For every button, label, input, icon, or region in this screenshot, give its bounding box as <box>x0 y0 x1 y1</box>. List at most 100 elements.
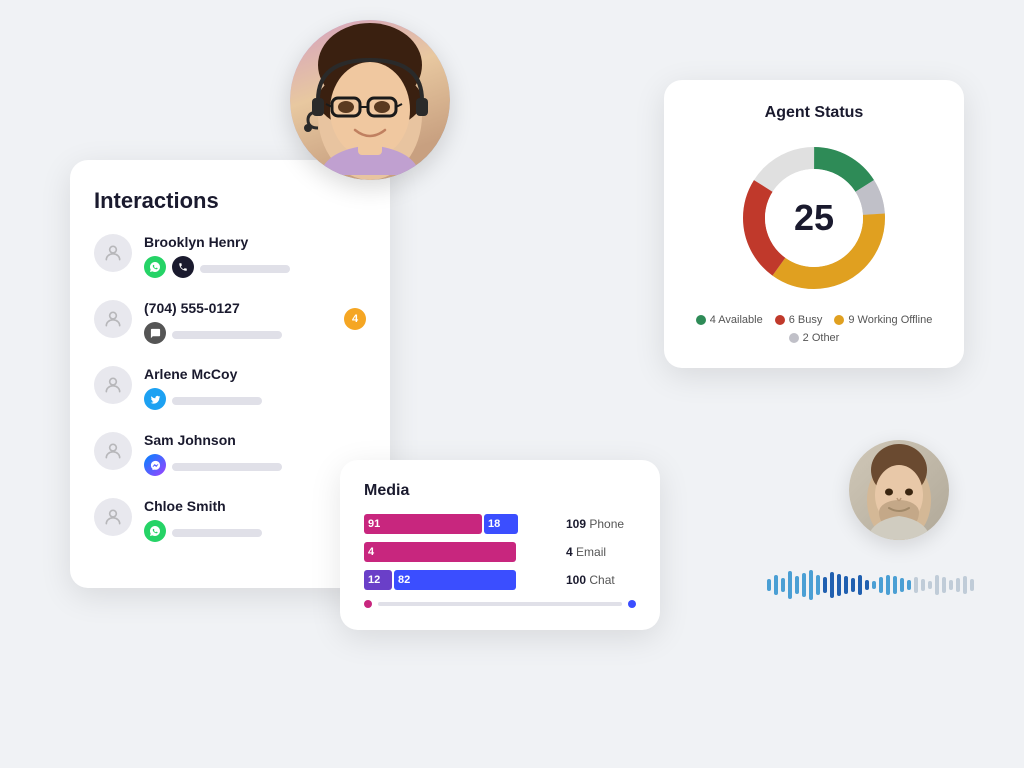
waveform-bar <box>844 576 848 594</box>
legend-label-busy: 6 Busy <box>789 314 823 326</box>
contact-name: Sam Johnson <box>144 432 366 448</box>
waveform-bar <box>956 578 960 592</box>
list-item[interactable]: Chloe Smith <box>94 498 366 546</box>
waveform-bar <box>879 577 883 593</box>
waveform-bar <box>921 579 925 591</box>
media-value-chat: 100 <box>566 573 586 587</box>
media-dots <box>364 600 636 608</box>
media-value-email: 4 <box>566 545 573 559</box>
contact-name: Brooklyn Henry <box>144 234 366 250</box>
waveform-bar <box>970 579 974 591</box>
waveform-bar <box>942 577 946 593</box>
waveform-bar <box>816 575 820 595</box>
dots-bar <box>378 602 622 606</box>
waveform-bar <box>893 576 897 594</box>
waveform-bar <box>900 578 904 592</box>
media-label-phone: 109 Phone <box>566 517 636 531</box>
bar-wrap-chat: 12 82 <box>364 570 560 590</box>
waveform-bar <box>802 573 806 597</box>
waveform-bar <box>935 575 939 595</box>
donut-center-value: 25 <box>794 197 834 239</box>
bar-email-primary: 4 <box>364 542 516 562</box>
list-item[interactable]: (704) 555-0127 4 <box>94 300 366 348</box>
contact-icons <box>144 388 366 410</box>
bar-phone-secondary: 18 <box>484 514 518 534</box>
contact-name: (704) 555-0127 <box>144 300 366 316</box>
list-item[interactable]: Arlene McCoy <box>94 366 366 414</box>
waveform-bar <box>907 580 911 590</box>
interactions-title: Interactions <box>94 188 366 214</box>
media-label-email: 4 Email <box>566 545 636 559</box>
waveform-bar <box>774 575 778 595</box>
contact-name: Arlene McCoy <box>144 366 366 382</box>
legend-item-other: 2 Other <box>789 332 840 344</box>
legend-dot-other <box>789 333 799 343</box>
phone-icon <box>172 256 194 278</box>
contact-info: Sam Johnson <box>144 432 366 480</box>
contact-info: (704) 555-0127 <box>144 300 366 348</box>
legend-label-available: 4 Available <box>710 314 763 326</box>
legend-label-other: 2 Other <box>803 332 840 344</box>
contact-icons <box>144 256 366 278</box>
legend-dot-busy <box>775 315 785 325</box>
twitter-icon <box>144 388 166 410</box>
dot-blue <box>628 600 636 608</box>
waveform-bar <box>795 576 799 594</box>
contact-icons <box>144 520 366 542</box>
list-item[interactable]: Sam Johnson <box>94 432 366 480</box>
waveform-bar <box>788 571 792 599</box>
agent-photo-small <box>849 440 949 540</box>
bar-wrap-email: 4 <box>364 542 560 562</box>
bar-chat-secondary: 82 <box>394 570 516 590</box>
contact-icons <box>144 322 366 344</box>
legend-item-available: 4 Available <box>696 314 763 326</box>
status-bar <box>172 529 262 537</box>
legend-item-offline: 9 Working Offline <box>834 314 932 326</box>
waveform-bar <box>767 579 771 591</box>
media-row-email: 4 4 Email <box>364 542 636 562</box>
agent-face <box>290 20 450 180</box>
waveform-bar <box>851 578 855 592</box>
legend-label-offline: 9 Working Offline <box>848 314 932 326</box>
avatar <box>94 366 132 404</box>
avatar <box>94 300 132 338</box>
waveform-bar <box>949 580 953 590</box>
scene: Interactions Brooklyn Henry <box>0 0 1024 768</box>
media-title: Media <box>364 482 636 500</box>
contact-info: Arlene McCoy <box>144 366 366 414</box>
media-value-phone: 109 <box>566 517 586 531</box>
agent-status-card: Agent Status 25 <box>664 80 964 368</box>
whatsapp-icon <box>144 256 166 278</box>
waveform-bar <box>823 577 827 593</box>
donut-chart: 25 <box>734 138 894 298</box>
legend: 4 Available 6 Busy 9 Working Offline 2 O… <box>688 314 940 344</box>
status-bar <box>172 397 262 405</box>
waveform-bar <box>809 570 813 600</box>
waveform <box>767 570 974 600</box>
message-icon <box>144 322 166 344</box>
avatar <box>94 432 132 470</box>
waveform-bar <box>886 575 890 595</box>
waveform-bar <box>837 574 841 596</box>
whatsapp-icon <box>144 520 166 542</box>
list-item[interactable]: Brooklyn Henry <box>94 234 366 282</box>
status-bar <box>172 463 282 471</box>
media-label-chat: 100 Chat <box>566 573 636 587</box>
waveform-bar <box>781 578 785 592</box>
contact-icons <box>144 454 366 476</box>
waveform-bar <box>914 577 918 593</box>
avatar <box>94 498 132 536</box>
agent-photo-main <box>290 20 450 180</box>
status-bar <box>172 331 282 339</box>
agent-status-title: Agent Status <box>688 104 940 122</box>
media-row-chat: 12 82 100 Chat <box>364 570 636 590</box>
contact-info: Chloe Smith <box>144 498 366 546</box>
waveform-bar <box>865 580 869 590</box>
media-card: Media 91 18 109 Phone 4 4 Email 12 82 <box>340 460 660 630</box>
bar-chat-primary: 12 <box>364 570 392 590</box>
avatar <box>94 234 132 272</box>
waveform-bar <box>928 581 932 589</box>
waveform-bar <box>872 581 876 589</box>
media-row-phone: 91 18 109 Phone <box>364 514 636 534</box>
messenger-icon <box>144 454 166 476</box>
